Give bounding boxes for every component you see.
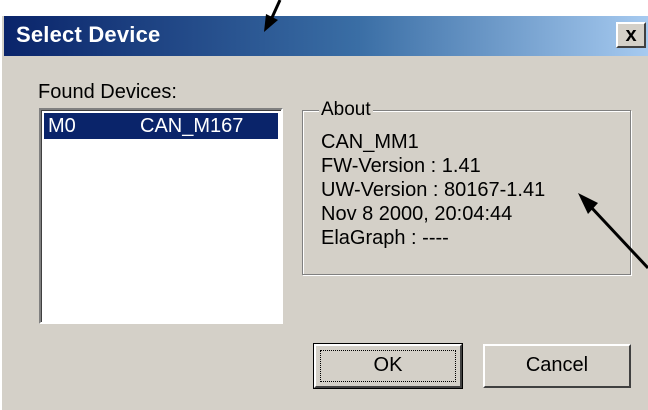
device-name: CAN_M167 bbox=[140, 115, 244, 137]
found-devices-label: Found Devices: bbox=[38, 81, 177, 103]
about-line-uw-version: UW-Version : 80167-1.41 bbox=[321, 179, 546, 201]
title-bar[interactable]: Select Device x bbox=[4, 16, 648, 56]
about-groupbox: About CAN_MM1 FW-Version : 1.41 UW-Versi… bbox=[302, 99, 631, 275]
list-item[interactable]: M0 CAN_M167 bbox=[44, 113, 278, 139]
focus-rectangle bbox=[320, 350, 456, 382]
about-line-build-date: Nov 8 2000, 20:04:44 bbox=[321, 203, 513, 225]
ok-button[interactable]: OK bbox=[313, 343, 463, 389]
device-id: M0 bbox=[48, 115, 76, 137]
close-icon: x bbox=[625, 24, 637, 46]
about-legend: About bbox=[319, 99, 373, 121]
about-line-fw-version: FW-Version : 1.41 bbox=[321, 155, 481, 177]
cancel-button[interactable]: Cancel bbox=[483, 344, 631, 388]
about-line-elagraph: ElaGraph : ---- bbox=[321, 227, 449, 249]
device-listbox[interactable]: M0 CAN_M167 bbox=[39, 108, 283, 324]
select-device-dialog: Select Device x Found Devices: M0 CAN_M1… bbox=[0, 0, 648, 410]
about-line-name: CAN_MM1 bbox=[321, 131, 419, 153]
cancel-button-label: Cancel bbox=[525, 354, 589, 376]
window-title: Select Device bbox=[16, 22, 161, 47]
close-button[interactable]: x bbox=[616, 22, 646, 48]
top-strip bbox=[2, 2, 648, 16]
